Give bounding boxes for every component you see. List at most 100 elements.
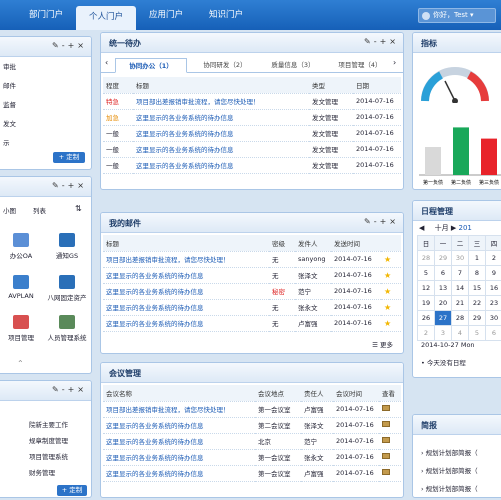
star-icon[interactable]: ★	[381, 299, 401, 316]
list-item[interactable]: › 规划计划部简报（	[421, 483, 478, 493]
left-link[interactable]: 项目管理系统	[29, 451, 68, 461]
app-project[interactable]: 项目管理	[1, 315, 41, 342]
list-item[interactable]: › 规划计划部简报（	[421, 447, 478, 457]
bar-chart: 第一负债 第二负债 第三负债	[419, 127, 501, 186]
more-link[interactable]: ☰ 更多	[372, 339, 393, 349]
table-row[interactable]: 这里显示的各业务系统的待办信息 北京 范宁 2014-07-16	[103, 433, 401, 450]
tab-quality[interactable]: 质量信息（3）	[261, 58, 325, 73]
table-row[interactable]: 一般 这里显示的各业务系统的待办信息 发文管理 2014-07-16	[103, 141, 401, 158]
nav-tab-department[interactable]: 部门门户	[16, 4, 76, 26]
bar	[425, 147, 441, 175]
star-icon[interactable]: ★	[381, 251, 401, 268]
table-row[interactable]: 这里显示的各业务系统的待办信息 秘密 范宁 2014-07-16 ★	[103, 283, 401, 300]
panel-title: 简报	[421, 421, 437, 430]
table-row[interactable]: 这里显示的各业务系统的待办信息 第二会议室 张泽文 2014-07-16	[103, 417, 401, 434]
greeting: 你好，Test	[433, 11, 468, 19]
list-item[interactable]: › 规划计划部简报（	[421, 465, 478, 475]
monitor-icon	[59, 233, 75, 247]
view-tab-icons[interactable]: 小图	[3, 205, 16, 215]
app-assets[interactable]: 八网固定资产	[47, 275, 87, 302]
user-menu[interactable]: 你好，Test ▾	[418, 8, 496, 23]
app-avplan[interactable]: AVPLAN	[1, 275, 41, 300]
nav-tab-personal[interactable]: 个人门户	[76, 6, 136, 30]
chevron-left-icon[interactable]: ‹	[105, 58, 108, 67]
chevron-up-icon[interactable]: ⌃	[17, 359, 24, 368]
user-icon	[422, 12, 430, 20]
table-row[interactable]: 特急 项目部出差报销审批流程，请您尽快处理！ 发文管理 2014-07-16	[103, 93, 401, 110]
nav-tab-application[interactable]: 应用门户	[136, 4, 196, 26]
panel-tools[interactable]: ✎-+×	[52, 41, 87, 50]
left-link[interactable]: 院新主要工作	[29, 419, 68, 429]
tick-label: 第三负债	[479, 179, 499, 186]
app-hr[interactable]: 人员管理系统	[47, 315, 87, 342]
view-icon[interactable]	[382, 437, 390, 443]
view-icon[interactable]	[382, 469, 390, 475]
panel-title: 指标	[421, 39, 437, 48]
meeting-panel: 会议管理 会议名称 会议地点 责任人 会议时间 查看 项目部出差报销审批流程，请您尽快处…	[100, 362, 404, 498]
panel-tools[interactable]: ✎-+×	[364, 37, 399, 46]
custom-button[interactable]: + 定制	[57, 485, 87, 496]
mail-table: 标题 密级 发件人 发送时间 项目部出差报销审批流程，请您尽快处理！无 sanyong 2…	[103, 235, 401, 332]
star-icon[interactable]: ★	[381, 283, 401, 300]
calendar-nav: ◀ 十月 ▶ 201	[419, 223, 472, 233]
table-row[interactable]: 这里显示的各业务系统的待办信息无卢富强 2014-07-16 ★	[103, 315, 401, 332]
star-icon[interactable]: ★	[381, 315, 401, 332]
table-row[interactable]: 一般 这里显示的各业务系统的待办信息 发文管理 2014-07-16	[103, 125, 401, 142]
top-nav-bar: 部门门户 个人门户 应用门户 知识门户 你好，Test ▾	[0, 0, 501, 30]
view-tab-list[interactable]: 列表	[33, 205, 46, 215]
table-row[interactable]: 一般 这里显示的各业务系统的待办信息 发文管理 2014-07-16	[103, 157, 401, 174]
left-top-panel: ✎-+× 审批 邮件 监督 发文 示 + 定制	[0, 36, 92, 170]
table-row[interactable]: 项目部出差报销审批流程，请您尽快处理！ 第一会议室 卢富强 2014-07-16	[103, 401, 401, 418]
table-row[interactable]: 这里显示的各业务系统的待办信息 第一会议室 张永文 2014-07-16	[103, 449, 401, 466]
app-oa[interactable]: 办公OA	[1, 233, 41, 260]
tab-collab-office[interactable]: 协同办公（1）	[115, 58, 187, 73]
gauge-chart	[421, 67, 489, 103]
panel-title: 统一待办	[109, 39, 141, 48]
left-item[interactable]: 审批	[3, 61, 16, 71]
next-month-button[interactable]: ▶	[451, 224, 456, 232]
panel-title: 日程管理	[421, 207, 453, 216]
left-item[interactable]: 监督	[3, 99, 16, 109]
table-row[interactable]: 这里显示的各业务系统的待办信息 第一会议室 卢富强 2014-07-16	[103, 465, 401, 482]
todo-tabs: ‹ 协同办公（1） 协同研发（2） 质量信息（3） 项目管理（4） ›	[101, 55, 403, 73]
left-item[interactable]: 发文	[3, 118, 16, 128]
panel-tools[interactable]: ✎-+×	[364, 217, 399, 226]
todo-table: 程度 标题 类型 日期 特急 项目部出差报销审批流程，请您尽快处理！ 发文管理 2014-0…	[103, 77, 401, 174]
star-icon[interactable]: ★	[381, 267, 401, 284]
tab-collab-rd[interactable]: 协同研发（2）	[191, 58, 259, 73]
list-icon: ☰	[372, 341, 378, 349]
calendar-year: 201	[458, 224, 472, 232]
panel-tools[interactable]: ✎-+×	[52, 385, 87, 394]
left-link[interactable]: 规章制度管理	[29, 435, 68, 445]
panel-tools[interactable]: ✎-+×	[52, 181, 87, 190]
todo-panel: 统一待办 ✎-+× ‹ 协同办公（1） 协同研发（2） 质量信息（3） 项目管理（…	[100, 32, 404, 190]
left-link[interactable]: 财务管理	[29, 467, 55, 477]
monitor-icon	[13, 275, 29, 289]
indicator-panel: 指标 第一负债 第二负债 第三负债	[412, 32, 501, 190]
left-item[interactable]: 示	[3, 137, 10, 147]
tick-label: 第二负债	[451, 179, 471, 186]
nav-tab-knowledge[interactable]: 知识门户	[196, 4, 256, 26]
calendar-today[interactable]: 27	[434, 310, 452, 326]
table-row[interactable]: 这里显示的各业务系统的待办信息无张泽文 2014-07-16 ★	[103, 267, 401, 284]
left-item[interactable]: 邮件	[3, 80, 16, 90]
tab-project[interactable]: 项目管理（4）	[329, 58, 391, 73]
table-row[interactable]: 加急 这里显示的各业务系统的待办信息 发文管理 2014-07-16	[103, 109, 401, 126]
left-apps-panel: ✎-+× 小图 列表 ⇅ 办公OA 通知GS AVPLAN 八网固定资产 项目管…	[0, 176, 92, 374]
table-row[interactable]: 这里显示的各业务系统的待办信息无张永文 2014-07-16 ★	[103, 299, 401, 316]
view-icon[interactable]	[382, 405, 390, 411]
custom-button[interactable]: + 定制	[53, 152, 85, 163]
sort-icon[interactable]: ⇅	[75, 204, 82, 213]
brief-panel: 简报 › 规划计划部简报（ › 规划计划部简报（ › 规划计划部简报（	[412, 414, 501, 498]
meeting-table: 会议名称 会议地点 责任人 会议时间 查看 项目部出差报销审批流程，请您尽快处理！ 第一会…	[103, 385, 401, 482]
prev-month-button[interactable]: ◀	[419, 224, 424, 232]
schedule-note: • 今天没有日程	[421, 359, 466, 367]
table-row[interactable]: 项目部出差报销审批流程，请您尽快处理！无 sanyong 2014-07-16 ★	[103, 251, 401, 268]
view-icon[interactable]	[382, 453, 390, 459]
tick-label: 第一负债	[423, 179, 443, 186]
chevron-right-icon[interactable]: ›	[393, 58, 396, 67]
calendar-month: 十月	[434, 224, 449, 232]
view-icon[interactable]	[382, 421, 390, 427]
app-gs[interactable]: 通知GS	[47, 233, 87, 260]
left-bottom-panel: ✎-+× 院新主要工作 规章制度管理 项目管理系统 财务管理 + 定制	[0, 380, 92, 498]
